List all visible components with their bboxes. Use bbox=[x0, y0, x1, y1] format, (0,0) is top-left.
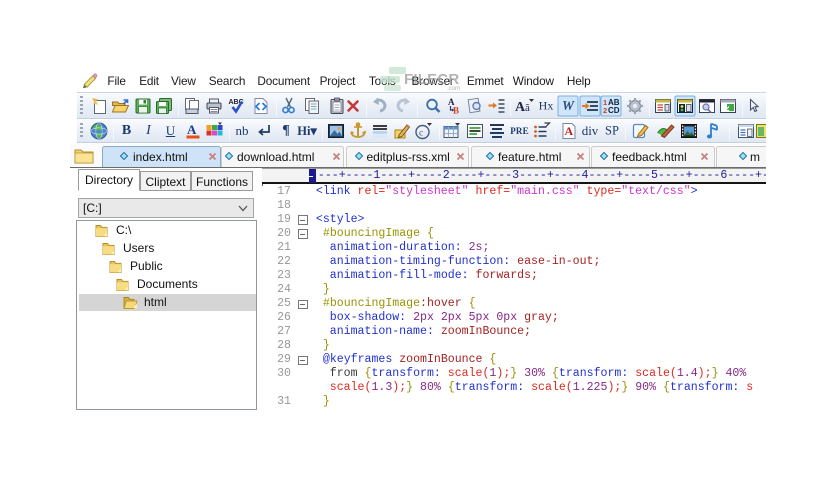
svg-text:A: A bbox=[565, 124, 574, 138]
svg-text:ã: ã bbox=[525, 102, 530, 114]
svg-text:2: 2 bbox=[603, 106, 607, 115]
svg-text:CD: CD bbox=[608, 106, 620, 115]
svg-text:c: c bbox=[419, 129, 423, 139]
svg-text:A: A bbox=[187, 122, 197, 137]
